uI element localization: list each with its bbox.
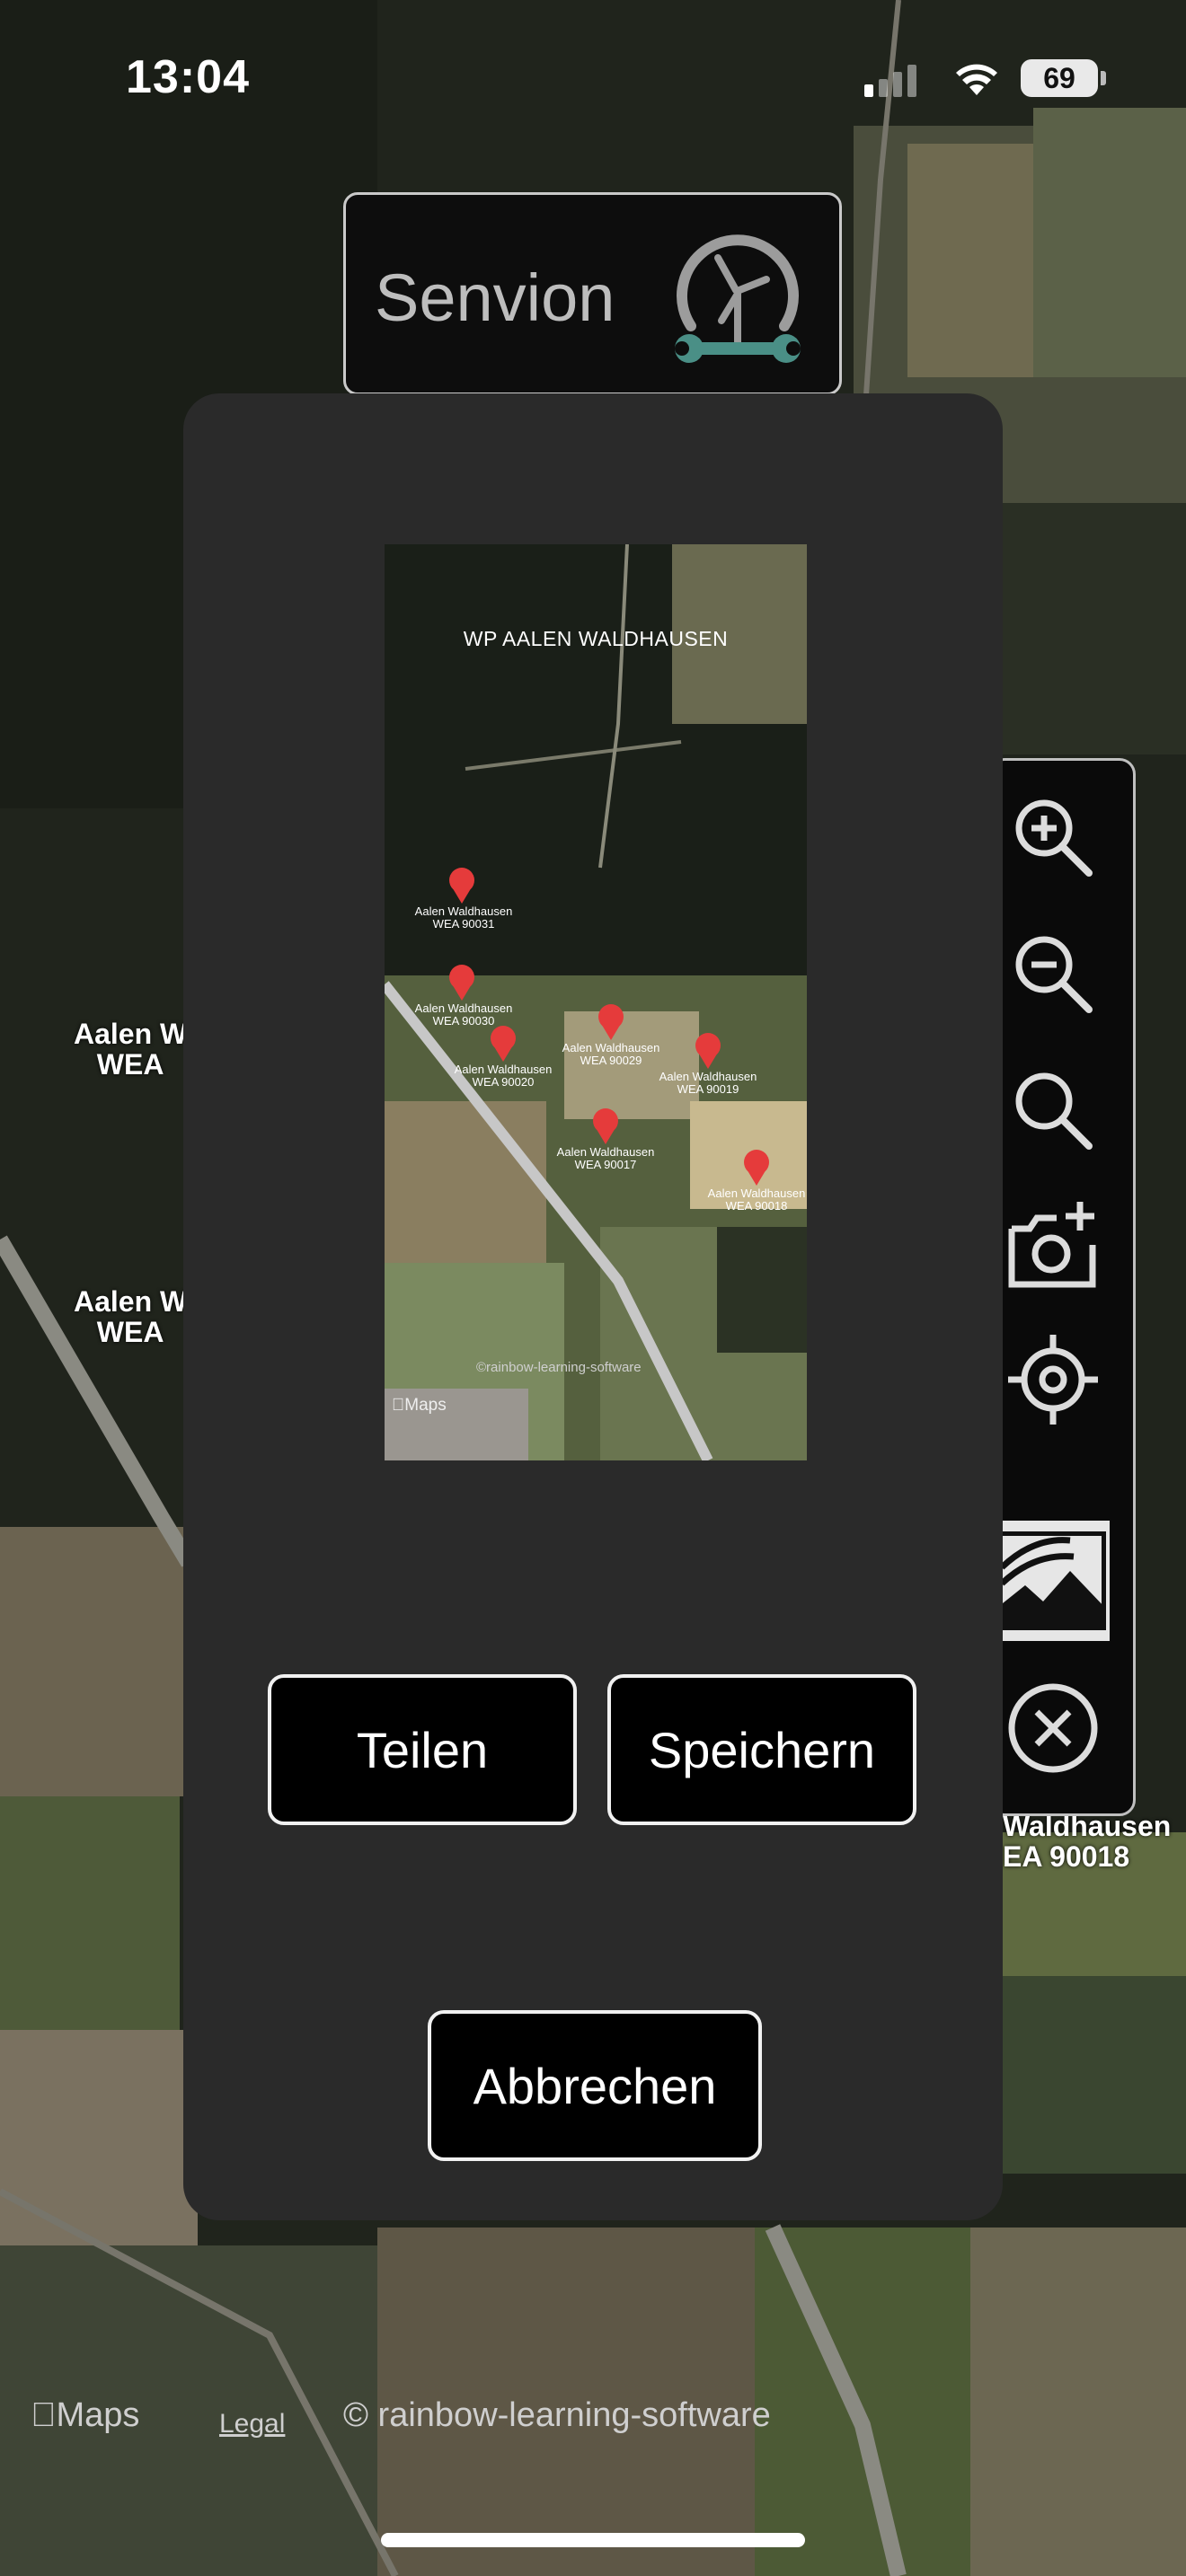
pin-label-line1: Aalen Waldhausen (562, 1041, 660, 1054)
pin-label-line2: WEA 90018 (725, 1199, 788, 1213)
zoom-in-button[interactable] (998, 782, 1108, 892)
close-map-tools-button[interactable] (998, 1673, 1108, 1783)
pin-label-line2: WEA 90019 (677, 1082, 739, 1096)
map-image-icon (998, 1531, 1106, 1630)
export-dialog: WP AALEN WALDHAUSEN Aalen Waldhausen WEA … (183, 393, 1003, 2220)
preview-maps-logo-text: Maps (392, 1396, 446, 1415)
map-pin-label-line1: Aalen W (74, 1285, 188, 1318)
apple-maps-logo: Maps (31, 2396, 139, 2435)
close-circle-icon (1008, 1683, 1098, 1773)
pin-label-line2: WEA 90029 (580, 1054, 642, 1067)
search-icon (1015, 1072, 1093, 1150)
save-button[interactable]: Speichern (607, 1674, 916, 1825)
pin-label-line1: Aalen Waldhausen (454, 1063, 553, 1076)
map-copyright: © rainbow-learning-software (343, 2396, 771, 2434)
pin-label-line2: WEA 90020 (472, 1075, 535, 1089)
pin-label-line1: Aalen Waldhausen (659, 1070, 757, 1083)
locate-button[interactable] (998, 1325, 1108, 1434)
map-pin-icon (598, 1004, 624, 1040)
search-button[interactable] (998, 1055, 1108, 1165)
cancel-button[interactable]: Abbrechen (428, 2010, 762, 2161)
pin-label-line1: Aalen Waldhausen (414, 1001, 513, 1015)
preview-pin-label: Aalen Waldhausen WEA 90018 (703, 1187, 807, 1213)
pin-label-line2: WEA 90031 (432, 917, 495, 931)
apple-logo-icon:  (31, 2396, 57, 2434)
camera-add-icon (1008, 1202, 1096, 1288)
pin-label-line1: Aalen Waldhausen (556, 1145, 655, 1159)
zoom-out-icon (1015, 936, 1093, 1013)
locate-icon (1008, 1335, 1098, 1425)
map-pin-label: Aalen W WEA (74, 1019, 187, 1080)
map-pin-label: Aalen W WEA (74, 1286, 187, 1347)
map-pin-icon (593, 1108, 618, 1144)
wifi-icon (956, 64, 997, 95)
map-pin-icon (491, 1026, 516, 1062)
zoom-out-button[interactable] (998, 919, 1108, 1028)
pin-label-line2: WEA 90017 (574, 1158, 637, 1171)
map-image-button[interactable] (995, 1521, 1110, 1641)
share-button[interactable]: Teilen (268, 1674, 577, 1825)
pin-label-line1: Aalen Waldhausen (707, 1187, 806, 1200)
preview-pin-label: Aalen Waldhausen WEA 90030 (410, 1002, 518, 1028)
map-pin-icon (449, 868, 474, 904)
map-pin-icon (449, 965, 474, 1001)
preview-pin-label: Aalen Waldhausen WEA 90029 (557, 1042, 665, 1067)
map-pin-label-line2: EA 90018 (1003, 1840, 1130, 1873)
zoom-in-icon (1015, 799, 1093, 877)
preview-pin-label: Aalen Waldhausen WEA 90020 (449, 1063, 557, 1089)
add-photo-button[interactable] (998, 1190, 1108, 1300)
home-indicator[interactable] (381, 2533, 805, 2547)
preview-pin-label: Aalen Waldhausen WEA 90031 (410, 905, 518, 931)
map-toolbar (988, 758, 1136, 1816)
status-time: 13:04 (126, 51, 250, 103)
legal-link[interactable]: Legal (219, 2409, 285, 2439)
logo-text: Senvion (375, 260, 615, 335)
map-pin-label: Waldhausen EA 90018 (1003, 1811, 1171, 1872)
map-pin-icon (744, 1150, 769, 1186)
pin-label-line2: WEA 90030 (432, 1014, 495, 1028)
map-preview-image: WP AALEN WALDHAUSEN Aalen Waldhausen WEA … (385, 544, 807, 1460)
battery-indicator: 69 (1021, 59, 1098, 97)
maps-logo-text: Maps (31, 2396, 140, 2434)
pin-label-line1: Aalen Waldhausen (414, 904, 513, 918)
map-pin-label-line2: WEA (96, 1048, 164, 1081)
preview-pin-label: Aalen Waldhausen WEA 90017 (552, 1146, 659, 1171)
preview-maps-logo: Maps (392, 1396, 447, 1416)
status-bar: 13:04 69 (0, 0, 1186, 162)
app-logo: Senvion (343, 192, 842, 395)
map-pin-icon (695, 1033, 721, 1069)
preview-pin-label: Aalen Waldhausen WEA 90019 (654, 1071, 762, 1096)
battery-tip (1101, 71, 1106, 85)
preview-copyright: ©rainbow-learning-software (476, 1360, 642, 1375)
map-pin-label-line1: Aalen W (74, 1018, 188, 1050)
apple-logo-icon:  (392, 1396, 404, 1415)
wind-turbine-wrench-icon (675, 234, 801, 363)
map-pin-label-line2: WEA (96, 1316, 164, 1348)
